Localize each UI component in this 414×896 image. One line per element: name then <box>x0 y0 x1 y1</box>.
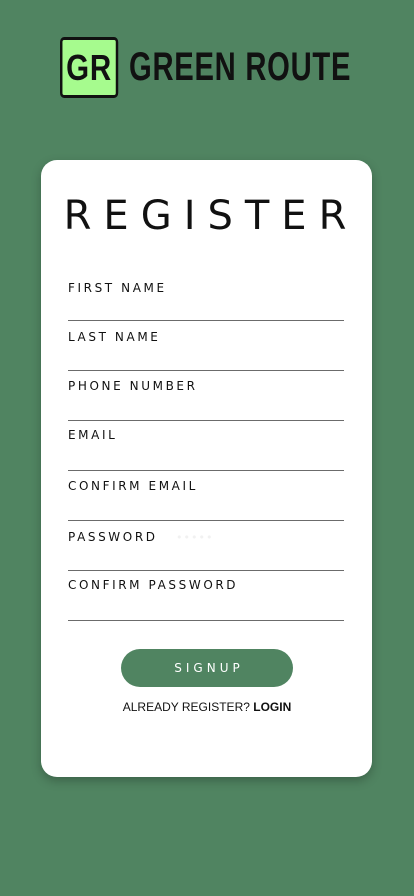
phone-number-underline <box>68 420 344 421</box>
confirm-email-input[interactable] <box>68 497 344 519</box>
brand-logo: GR GREEN ROUTE <box>60 37 414 98</box>
password-placeholder: ••••• <box>176 531 214 544</box>
page-title: REGISTER <box>63 193 359 239</box>
confirm-password-underline <box>68 620 344 621</box>
login-link[interactable]: LOGIN <box>253 700 291 714</box>
confirm-email-label: CONFIRM EMAIL <box>68 479 198 493</box>
password-input[interactable] <box>68 547 344 569</box>
confirm-password-input[interactable] <box>68 597 344 619</box>
password-underline <box>68 570 344 571</box>
already-registered-text: ALREADY REGISTER? <box>122 700 250 714</box>
email-underline <box>68 470 344 471</box>
last-name-input[interactable] <box>68 347 344 369</box>
first-name-label: FIRST NAME <box>68 281 167 295</box>
logo-badge: GR <box>60 37 119 98</box>
brand-name: GREEN ROUTE <box>129 45 352 89</box>
confirm-email-underline <box>68 520 344 521</box>
phone-number-input[interactable] <box>68 397 344 419</box>
first-name-input[interactable] <box>68 297 344 319</box>
last-name-label: LAST NAME <box>68 330 161 344</box>
email-label: EMAIL <box>68 428 118 442</box>
password-label: PASSWORD <box>68 530 158 544</box>
phone-number-label: PHONE NUMBER <box>68 379 198 393</box>
first-name-underline <box>68 320 344 321</box>
signup-button[interactable]: SIGNUP <box>121 649 293 687</box>
login-prompt: ALREADY REGISTER? LOGIN <box>0 700 414 714</box>
confirm-password-label: CONFIRM PASSWORD <box>68 578 239 592</box>
last-name-underline <box>68 370 344 371</box>
email-input[interactable] <box>68 447 344 469</box>
